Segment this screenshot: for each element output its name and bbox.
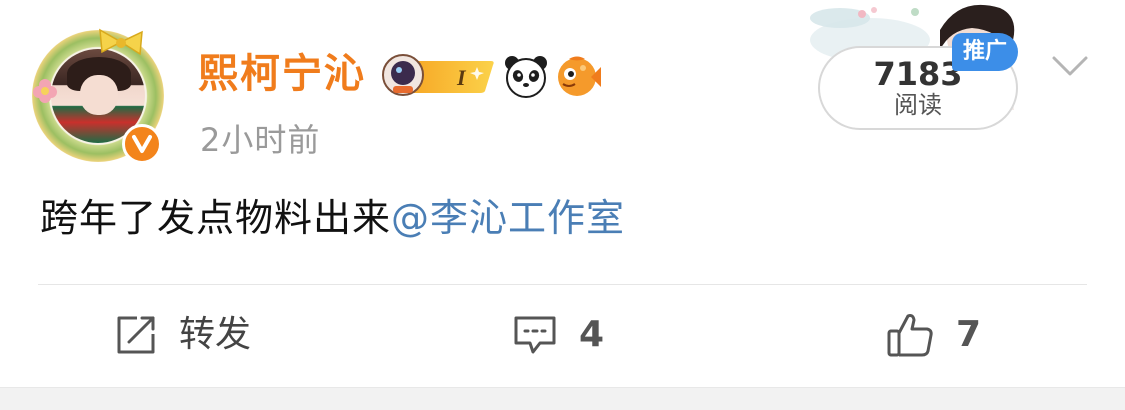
astro-badge-letter: I — [456, 65, 467, 90]
flower-decoration-icon — [33, 79, 57, 103]
comment-icon — [514, 316, 556, 354]
comment-count: 4 — [579, 314, 605, 355]
chevron-down-icon[interactable] — [1050, 48, 1090, 84]
divider — [38, 284, 1087, 285]
mention-link[interactable]: @李沁工作室 — [391, 196, 625, 240]
bow-decoration-icon — [99, 28, 143, 56]
weibo-post-card: 熙柯宁沁 I 2小时前 7183 阅读 推广 跨年了发点物料出来@李沁工作室 转… — [0, 0, 1125, 387]
thumbs-up-icon — [887, 314, 933, 357]
repost-button[interactable]: 转发 — [115, 310, 251, 360]
panda-badge-icon[interactable] — [503, 54, 549, 98]
post-timestamp: 2小时前 — [200, 121, 321, 159]
read-label: 阅读 — [894, 91, 942, 119]
comment-button[interactable]: 4 — [513, 310, 604, 360]
read-count: 7183 — [873, 55, 963, 93]
author-name[interactable]: 熙柯宁沁 — [198, 48, 366, 100]
like-count: 7 — [956, 314, 982, 355]
post-text: 跨年了发点物料出来 — [40, 196, 392, 240]
avatar[interactable] — [32, 28, 164, 164]
promo-tag: 推广 — [952, 33, 1018, 71]
repost-label: 转发 — [179, 314, 252, 355]
like-button[interactable]: 7 — [886, 310, 981, 360]
verified-v-icon — [122, 124, 162, 164]
feed-separator — [0, 387, 1125, 410]
post-body: 跨年了发点物料出来@李沁工作室 — [40, 192, 625, 244]
astronaut-badge-icon[interactable]: I — [381, 53, 497, 97]
share-icon — [117, 316, 155, 354]
fish-badge-icon[interactable] — [555, 54, 601, 98]
